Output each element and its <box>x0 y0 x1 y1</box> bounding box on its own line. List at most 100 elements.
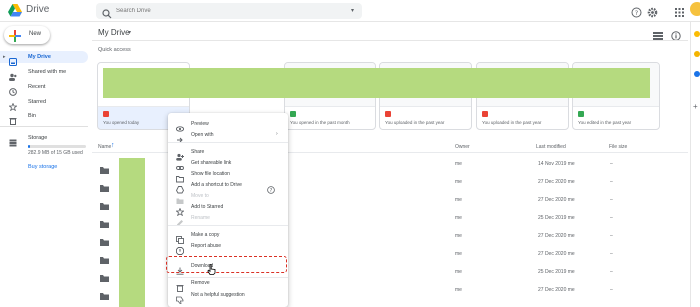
row-modified: 27 Dec 2020 me <box>538 179 575 185</box>
sidebar-item-label: Starred <box>28 99 47 105</box>
storage-bar-fill <box>28 145 30 148</box>
card-caption: You uploaded in the past year <box>482 120 542 125</box>
menu-item-move-to: Move to <box>168 190 288 204</box>
link-icon <box>176 159 184 170</box>
column-header-file-size[interactable]: File size <box>609 144 627 150</box>
eye-icon <box>175 120 185 132</box>
menu-item-open-with[interactable]: Open with › <box>168 129 288 142</box>
menu-item-label: Get shareable link <box>191 159 232 166</box>
tasks-addon-icon[interactable] <box>694 71 700 77</box>
sidebar-item-recent[interactable]: Recent <box>0 81 88 96</box>
row-owner: me <box>455 251 462 257</box>
buy-storage-link[interactable]: Buy storage <box>28 164 57 170</box>
folder-icon <box>176 170 184 182</box>
pdf-file-icon <box>103 111 109 117</box>
row-size: – <box>610 215 613 221</box>
new-button-label: New <box>29 31 42 37</box>
context-menu: Preview Open with › Share Get shareable … <box>168 113 288 307</box>
menu-item-label: Rename <box>191 214 210 221</box>
apps-grid-icon[interactable] <box>674 5 685 17</box>
menu-item-label: Add to Starred <box>191 203 224 210</box>
page-title[interactable]: My Drive <box>98 28 130 37</box>
sidebar-item-label: My Drive <box>28 54 51 60</box>
expand-arrow-icon[interactable]: ▸ <box>3 54 6 60</box>
open-with-icon <box>176 131 184 142</box>
chevron-down-icon[interactable]: ▾ <box>128 29 131 36</box>
card-caption: You edited in the past year <box>578 120 632 125</box>
menu-item-get-link[interactable]: Get shareable link <box>168 157 288 170</box>
menu-item-add-shortcut[interactable]: Add a shortcut to Drive ? <box>168 179 288 194</box>
keep-addon-icon[interactable] <box>694 51 700 57</box>
column-header-name[interactable]: Name <box>98 144 111 150</box>
row-size: – <box>610 179 613 185</box>
move-icon <box>176 192 184 204</box>
row-size: – <box>610 251 613 257</box>
menu-item-make-copy[interactable]: Make a copy <box>168 229 288 244</box>
info-icon[interactable] <box>671 28 681 41</box>
menu-item-not-helpful[interactable]: Not a helpful suggestion <box>168 289 288 304</box>
my-drive-icon <box>9 53 17 66</box>
sidebar-item-bin[interactable]: Bin <box>0 110 88 125</box>
column-header-last-modified[interactable]: Last modified <box>536 144 566 150</box>
menu-item-remove[interactable]: Remove <box>168 277 288 292</box>
folder-icon <box>100 251 109 264</box>
row-size: – <box>610 269 613 275</box>
storage-used-text: 282.9 MB of 15 GB used <box>28 150 83 156</box>
row-modified: 14 Nov 2019 me <box>538 161 575 167</box>
sidebar-item-my-drive[interactable]: ▸ My Drive <box>0 51 88 66</box>
bin-icon <box>9 112 17 125</box>
sheets-file-icon <box>578 111 584 117</box>
menu-item-label: Remove <box>191 279 210 286</box>
menu-item-preview[interactable]: Preview <box>168 118 288 132</box>
account-avatar[interactable] <box>690 2 700 16</box>
list-view-icon[interactable] <box>653 28 663 40</box>
menu-item-share[interactable]: Share <box>168 146 288 161</box>
shared-icon <box>9 68 17 81</box>
new-button[interactable]: New <box>4 26 50 44</box>
svg-text:?: ? <box>635 9 638 17</box>
sidebar-item-shared-with-me[interactable]: Shared with me <box>0 66 88 81</box>
settings-icon[interactable] <box>647 5 658 18</box>
search-options-icon[interactable]: ▾ <box>351 7 354 14</box>
menu-item-show-location[interactable]: Show file location <box>168 168 288 182</box>
sidebar-item-label: Bin <box>28 113 36 119</box>
search-input[interactable] <box>116 5 336 17</box>
thumb-down-icon <box>176 291 184 304</box>
sidebar-divider <box>0 126 88 127</box>
menu-item-label: Report abuse <box>191 242 222 249</box>
sidebar-item-starred[interactable]: Starred <box>0 96 88 112</box>
menu-item-report-abuse[interactable]: Report abuse <box>168 240 288 255</box>
row-owner: me <box>455 179 462 185</box>
menu-divider <box>168 142 288 143</box>
row-size: – <box>610 233 613 239</box>
share-icon <box>176 148 184 161</box>
row-owner: me <box>455 233 462 239</box>
sheets-file-icon <box>290 111 296 117</box>
row-owner: me <box>455 197 462 203</box>
search-icon[interactable] <box>102 6 112 19</box>
menu-item-label: Open with <box>191 131 214 138</box>
row-owner: me <box>455 161 462 167</box>
sort-arrow-up-icon[interactable]: ↑ <box>111 142 115 149</box>
menu-item-add-starred[interactable]: Add to Starred <box>168 201 288 216</box>
column-header-owner[interactable]: Owner <box>455 144 470 150</box>
trash-icon <box>176 279 184 292</box>
calendar-addon-icon[interactable] <box>694 31 700 37</box>
folder-icon <box>100 161 109 174</box>
card-caption: You opened in the past month <box>290 120 350 125</box>
main-divider <box>92 40 688 41</box>
clock-icon <box>9 83 17 96</box>
drive-app: Drive ▾ ? + <box>0 0 700 307</box>
sidebar-item-label: Recent <box>28 84 46 90</box>
help-icon[interactable]: ? <box>267 181 275 194</box>
drive-logo-icon[interactable] <box>8 4 22 17</box>
row-modified: 25 Dec 2019 me <box>538 269 575 275</box>
sidebar-item-storage[interactable]: Storage <box>0 132 88 147</box>
row-modified: 27 Dec 2020 me <box>538 251 575 257</box>
card-caption: You uploaded in the past year <box>385 120 445 125</box>
brand-name[interactable]: Drive <box>26 4 49 15</box>
help-icon[interactable]: ? <box>631 5 642 18</box>
add-addon-icon[interactable]: + <box>693 102 698 111</box>
folder-icon <box>100 197 109 210</box>
search-bar[interactable]: ▾ <box>96 3 362 19</box>
